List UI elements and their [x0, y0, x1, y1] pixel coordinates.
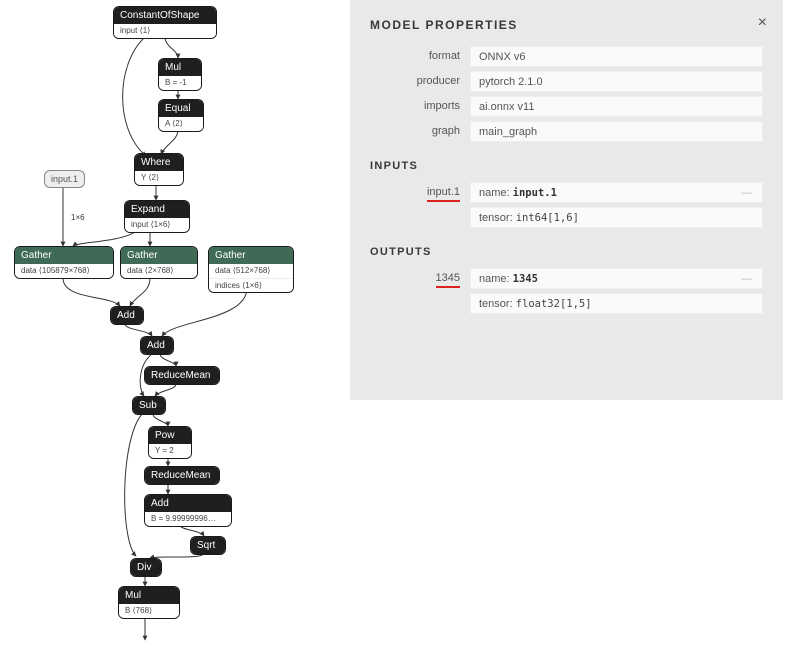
node-attr: data ⟨2×768⟩	[121, 264, 197, 278]
node-mul-2[interactable]: Mul B ⟨768⟩	[118, 586, 180, 619]
prop-key: format	[370, 46, 470, 67]
node-add-1[interactable]: Add	[110, 306, 144, 325]
edges-layer	[0, 0, 340, 650]
node-attr2: indices ⟨1×6⟩	[209, 278, 293, 293]
input-row: input.1 name: input.1 — tensor: int64[1,…	[370, 182, 763, 228]
prop-value[interactable]: ONNX v6	[470, 46, 763, 67]
inputs-heading: INPUTS	[370, 160, 763, 172]
node-title: Expand	[125, 201, 189, 218]
node-title: ReduceMean	[145, 467, 219, 484]
node-title: Mul	[159, 59, 201, 76]
node-gather-1[interactable]: Gather data ⟨105879×768⟩	[14, 246, 114, 279]
collapse-icon[interactable]: —	[741, 187, 752, 199]
node-title: Gather	[209, 247, 293, 264]
node-title: ReduceMean	[145, 367, 219, 384]
prop-row-imports: imports ai.onnx v11	[370, 96, 763, 117]
node-title: Add	[111, 307, 143, 324]
collapse-icon[interactable]: —	[741, 273, 752, 285]
node-attr: input ⟨1⟩	[114, 24, 216, 38]
node-title: Div	[131, 559, 161, 576]
node-div[interactable]: Div	[130, 558, 162, 577]
close-icon[interactable]: ×	[758, 14, 767, 32]
graph-canvas[interactable]: input.1 1×6 ConstantOfShape input ⟨1⟩ Mu…	[0, 0, 340, 650]
input-pill-label: input.1	[51, 174, 78, 184]
node-equal[interactable]: Equal A ⟨2⟩	[158, 99, 204, 132]
node-attr: B = 9.99999996…	[145, 512, 231, 526]
node-attr: input ⟨1×6⟩	[125, 218, 189, 232]
node-expand[interactable]: Expand input ⟨1×6⟩	[124, 200, 190, 233]
panel-title: MODEL PROPERTIES	[370, 18, 763, 32]
prop-row-format: format ONNX v6	[370, 46, 763, 67]
node-mul-1[interactable]: Mul B = -1	[158, 58, 202, 91]
node-title: Sqrt	[191, 537, 225, 554]
node-title: Equal	[159, 100, 203, 117]
node-add-3[interactable]: Add B = 9.99999996…	[144, 494, 232, 527]
output-value: name: 1345 — tensor: float32[1,5]	[470, 268, 763, 314]
node-attr: B ⟨768⟩	[119, 604, 179, 618]
node-sub[interactable]: Sub	[132, 396, 166, 415]
input-name: input.1	[513, 187, 557, 199]
node-attr: B = -1	[159, 76, 201, 90]
prop-value[interactable]: pytorch 2.1.0	[470, 71, 763, 92]
output-tensor: float32[1,5]	[516, 298, 592, 310]
node-gather-3[interactable]: Gather data ⟨512×768⟩ indices ⟨1×6⟩	[208, 246, 294, 293]
node-title: Pow	[149, 427, 191, 444]
input-pill-input1[interactable]: input.1	[44, 170, 85, 188]
node-pow[interactable]: Pow Y = 2	[148, 426, 192, 459]
node-attr: Y = 2	[149, 444, 191, 458]
prop-row-graph: graph main_graph	[370, 121, 763, 142]
prop-row-producer: producer pytorch 2.1.0	[370, 71, 763, 92]
node-attr: Y ⟨2⟩	[135, 171, 183, 185]
node-title: Gather	[15, 247, 113, 264]
output-name: 1345	[513, 273, 538, 285]
node-title: Mul	[119, 587, 179, 604]
node-title: ConstantOfShape	[114, 7, 216, 24]
node-title: Sub	[133, 397, 165, 414]
node-reducemean-2[interactable]: ReduceMean	[144, 466, 220, 485]
output-row: 1345 name: 1345 — tensor: float32[1,5]	[370, 268, 763, 314]
node-title: Add	[141, 337, 173, 354]
node-attr: A ⟨2⟩	[159, 117, 203, 131]
node-where[interactable]: Where Y ⟨2⟩	[134, 153, 184, 186]
node-gather-2[interactable]: Gather data ⟨2×768⟩	[120, 246, 198, 279]
node-attr: data ⟨105879×768⟩	[15, 264, 113, 278]
prop-value[interactable]: main_graph	[470, 121, 763, 142]
node-add-2[interactable]: Add	[140, 336, 174, 355]
node-title: Gather	[121, 247, 197, 264]
input-key: input.1	[370, 182, 470, 228]
output-name-line[interactable]: name: 1345 —	[470, 268, 763, 289]
node-reducemean-1[interactable]: ReduceMean	[144, 366, 220, 385]
output-key: 1345	[370, 268, 470, 314]
prop-key: imports	[370, 96, 470, 117]
node-constantofshape[interactable]: ConstantOfShape input ⟨1⟩	[113, 6, 217, 39]
output-tensor-line[interactable]: tensor: float32[1,5]	[470, 293, 763, 314]
prop-key: producer	[370, 71, 470, 92]
edge-label-1x6: 1×6	[69, 213, 87, 222]
prop-value[interactable]: ai.onnx v11	[470, 96, 763, 117]
input-value: name: input.1 — tensor: int64[1,6]	[470, 182, 763, 228]
node-sqrt[interactable]: Sqrt	[190, 536, 226, 555]
node-title: Add	[145, 495, 231, 512]
input-name-line[interactable]: name: input.1 —	[470, 182, 763, 203]
prop-key: graph	[370, 121, 470, 142]
node-attr: data ⟨512×768⟩	[209, 264, 293, 278]
input-tensor: int64[1,6]	[516, 212, 579, 224]
properties-panel: × MODEL PROPERTIES format ONNX v6 produc…	[350, 0, 783, 400]
input-tensor-line[interactable]: tensor: int64[1,6]	[470, 207, 763, 228]
outputs-heading: OUTPUTS	[370, 246, 763, 258]
node-title: Where	[135, 154, 183, 171]
